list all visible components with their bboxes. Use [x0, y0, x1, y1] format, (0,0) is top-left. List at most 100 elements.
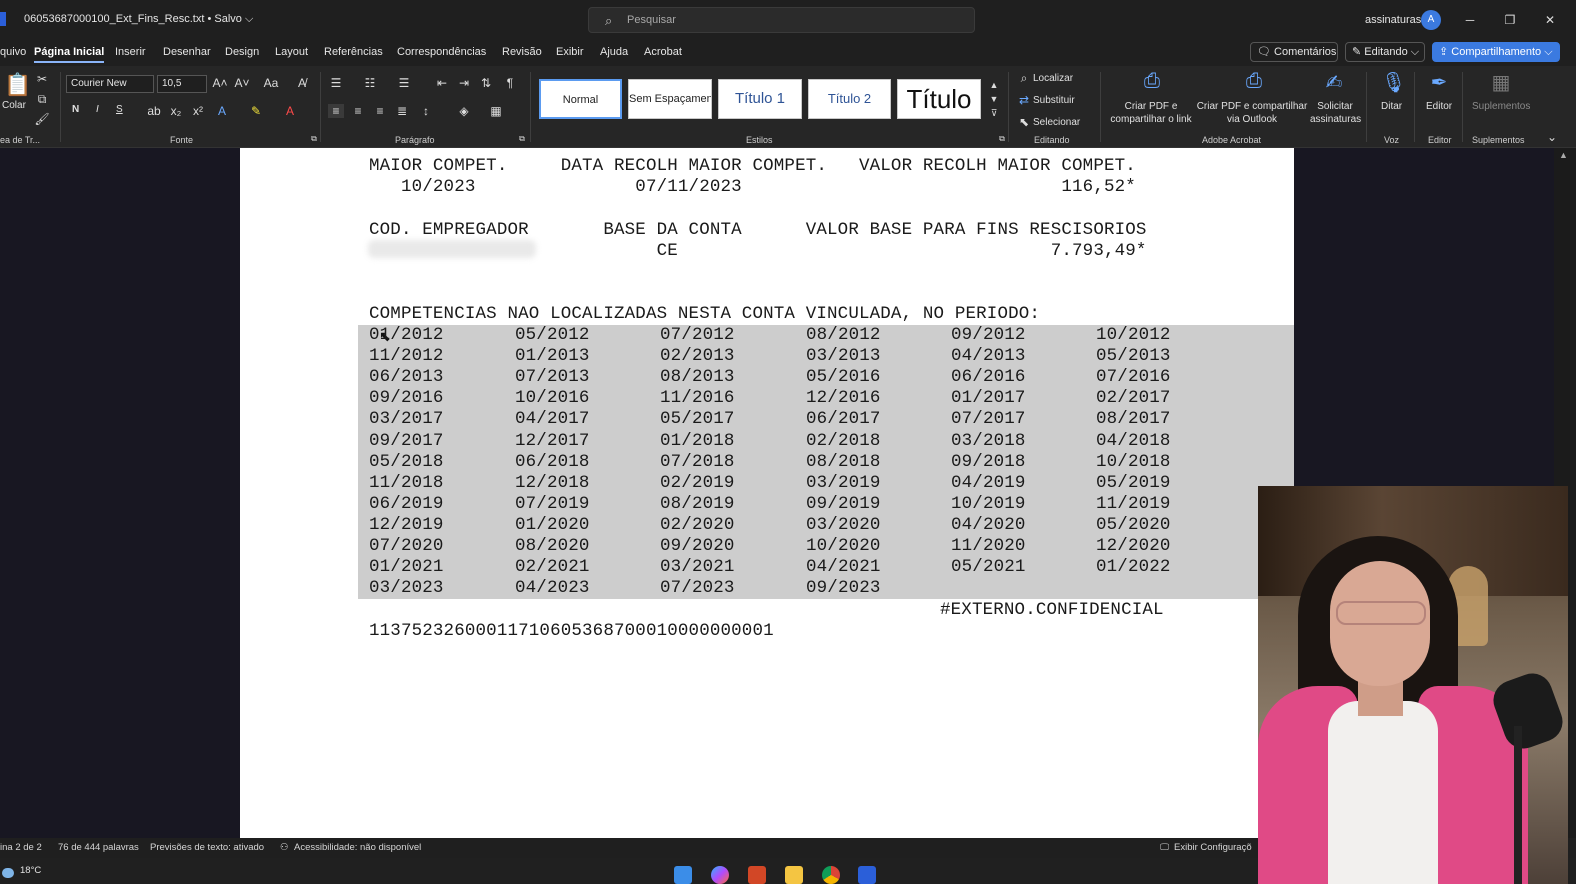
file-explorer-icon[interactable]	[785, 866, 803, 884]
page-count[interactable]: ina 2 de 2	[0, 842, 42, 853]
weather-icon	[2, 868, 14, 878]
close-icon[interactable]: ✕	[1540, 10, 1560, 30]
find-icon: ⌕	[1020, 71, 1028, 85]
doc-line-values-1: 10/2023 07/11/2023 116,52*	[369, 177, 1136, 197]
accessibility-status[interactable]: Acessibilidade: não disponível	[294, 842, 421, 853]
copy-icon[interactable]: ⧉	[34, 92, 50, 107]
styles-scroll-up-icon[interactable]: ▲	[986, 80, 1002, 90]
competencia-cell: 08/2019	[660, 493, 735, 514]
find-button[interactable]: Localizar	[1033, 73, 1073, 84]
format-painter-icon[interactable]: 🖌	[34, 112, 50, 126]
numbering-icon[interactable]: ☷	[362, 76, 378, 90]
competencia-cell: 09/2018	[951, 451, 1026, 472]
align-center-icon[interactable]: ≡	[350, 104, 366, 118]
scroll-up-icon[interactable]: ▲	[1559, 150, 1568, 160]
tab-review[interactable]: Revisão	[502, 46, 542, 58]
create-pdf-link-button[interactable]: Criar PDF e compartilhar o link	[1106, 100, 1196, 126]
minimize-icon[interactable]: ─	[1460, 10, 1480, 30]
underline-button[interactable]: S	[116, 104, 123, 115]
competencia-cell: 04/2023	[515, 578, 590, 599]
tab-acrobat[interactable]: Acrobat	[644, 46, 682, 58]
borders-icon[interactable]: ▦	[488, 104, 504, 118]
weather-temperature[interactable]: 18°C	[20, 865, 41, 876]
paste-icon[interactable]: 📋	[4, 72, 31, 98]
document-title[interactable]: 06053687000100_Ext_Fins_Resc.txt • Salvo…	[24, 13, 253, 26]
paragraph-dialog-launcher-icon[interactable]: ⧉	[514, 134, 530, 144]
search-box[interactable]: ⌕ Pesquisar	[588, 7, 975, 33]
competencia-cell: 09/2017	[369, 430, 444, 451]
request-signatures-button[interactable]: Solicitar assinaturas	[1310, 100, 1361, 126]
subscript-icon[interactable]: x₂	[168, 104, 184, 118]
paste-label[interactable]: Colar	[2, 100, 26, 111]
text-effects-icon[interactable]: A	[214, 104, 230, 118]
tab-layout[interactable]: Layout	[275, 46, 308, 58]
change-case-icon[interactable]: Aa	[258, 76, 284, 90]
font-color-icon[interactable]: A	[282, 104, 298, 118]
competencia-cell: 10/2019	[951, 493, 1026, 514]
editing-mode-button[interactable]: ✎ Editando ⌵	[1345, 42, 1425, 62]
tab-draw[interactable]: Desenhar	[163, 46, 211, 58]
style-title[interactable]: Título	[897, 79, 981, 119]
align-left-icon[interactable]: ≡	[328, 104, 344, 118]
shading-icon[interactable]: ◈	[456, 104, 472, 118]
style-normal[interactable]: Normal	[539, 79, 622, 119]
pdf-link-icon: ⎙	[1144, 70, 1160, 92]
competencia-cell: 08/2017	[1096, 409, 1171, 430]
strikethrough-icon[interactable]: ab	[146, 104, 162, 118]
tab-help[interactable]: Ajuda	[600, 46, 628, 58]
shrink-font-icon[interactable]: A˅	[234, 76, 250, 90]
restore-icon[interactable]: ❐	[1500, 10, 1520, 30]
styles-scroll-down-icon[interactable]: ▼	[986, 94, 1002, 104]
style-heading-1[interactable]: Título 1	[718, 79, 802, 119]
account-name[interactable]: assinaturas	[1365, 14, 1421, 26]
show-marks-icon[interactable]: ¶	[502, 76, 518, 90]
cut-icon[interactable]: ✂	[34, 72, 50, 86]
style-no-spacing[interactable]: Sem Espaçamen	[628, 79, 712, 119]
chrome-icon[interactable]	[822, 866, 840, 884]
multilevel-list-icon[interactable]: ☰	[396, 76, 412, 90]
avatar[interactable]: A	[1421, 10, 1441, 30]
styles-more-icon[interactable]: ⊽	[986, 108, 1002, 119]
collapse-ribbon-icon[interactable]: ⌄	[1544, 130, 1560, 144]
tab-insert[interactable]: Inserir	[115, 46, 146, 58]
tab-file[interactable]: quivo	[0, 46, 26, 58]
start-menu-icon[interactable]	[674, 866, 692, 884]
word-count[interactable]: 76 de 444 palavras	[58, 842, 139, 853]
bold-button[interactable]: N	[72, 104, 79, 115]
font-size-dropdown[interactable]: 10,5	[157, 75, 207, 93]
superscript-icon[interactable]: x²	[190, 104, 206, 118]
competencia-cell: 03/2013	[806, 346, 881, 367]
copilot-icon[interactable]	[711, 866, 729, 884]
powerpoint-icon[interactable]	[748, 866, 766, 884]
editor-button[interactable]: Editor	[1426, 101, 1452, 112]
replace-button[interactable]: Substituir	[1033, 95, 1075, 106]
sort-icon[interactable]: ⇅	[478, 76, 494, 90]
tab-design[interactable]: Design	[225, 46, 259, 58]
dictate-button[interactable]: Ditar	[1381, 101, 1402, 112]
tab-home[interactable]: Página Inicial	[34, 46, 105, 63]
create-pdf-outlook-button[interactable]: Criar PDF e compartilhar via Outlook	[1196, 100, 1308, 126]
font-name-dropdown[interactable]: Courier New	[66, 75, 154, 93]
line-spacing-icon[interactable]: ↕	[418, 104, 434, 118]
bullets-icon[interactable]: ☰	[328, 76, 344, 90]
decrease-indent-icon[interactable]: ⇤	[434, 76, 450, 90]
style-heading-2[interactable]: Título 2	[808, 79, 891, 119]
tab-references[interactable]: Referências	[324, 46, 383, 58]
share-button[interactable]: ⇪ Compartilhamento ⌵	[1432, 42, 1560, 62]
word-icon[interactable]	[858, 866, 876, 884]
highlight-icon[interactable]: ✎	[248, 104, 264, 118]
addins-button[interactable]: Suplementos	[1472, 101, 1530, 112]
grow-font-icon[interactable]: A˄	[212, 76, 228, 90]
justify-icon[interactable]: ≣	[394, 104, 410, 118]
tab-view[interactable]: Exibir	[556, 46, 584, 58]
text-predictions-status[interactable]: Previsões de texto: ativado	[150, 842, 264, 853]
display-settings[interactable]: Exibir Configuraçõ	[1174, 842, 1252, 853]
select-button[interactable]: Selecionar	[1033, 117, 1080, 128]
clear-formatting-icon[interactable]: A̸	[294, 76, 310, 90]
share-icon: ⇪	[1439, 46, 1452, 58]
comments-button[interactable]: 🗨 Comentários	[1250, 42, 1338, 62]
increase-indent-icon[interactable]: ⇥	[456, 76, 472, 90]
tab-mailings[interactable]: Correspondências	[397, 46, 486, 58]
italic-button[interactable]: I	[96, 104, 99, 115]
align-right-icon[interactable]: ≡	[372, 104, 388, 118]
